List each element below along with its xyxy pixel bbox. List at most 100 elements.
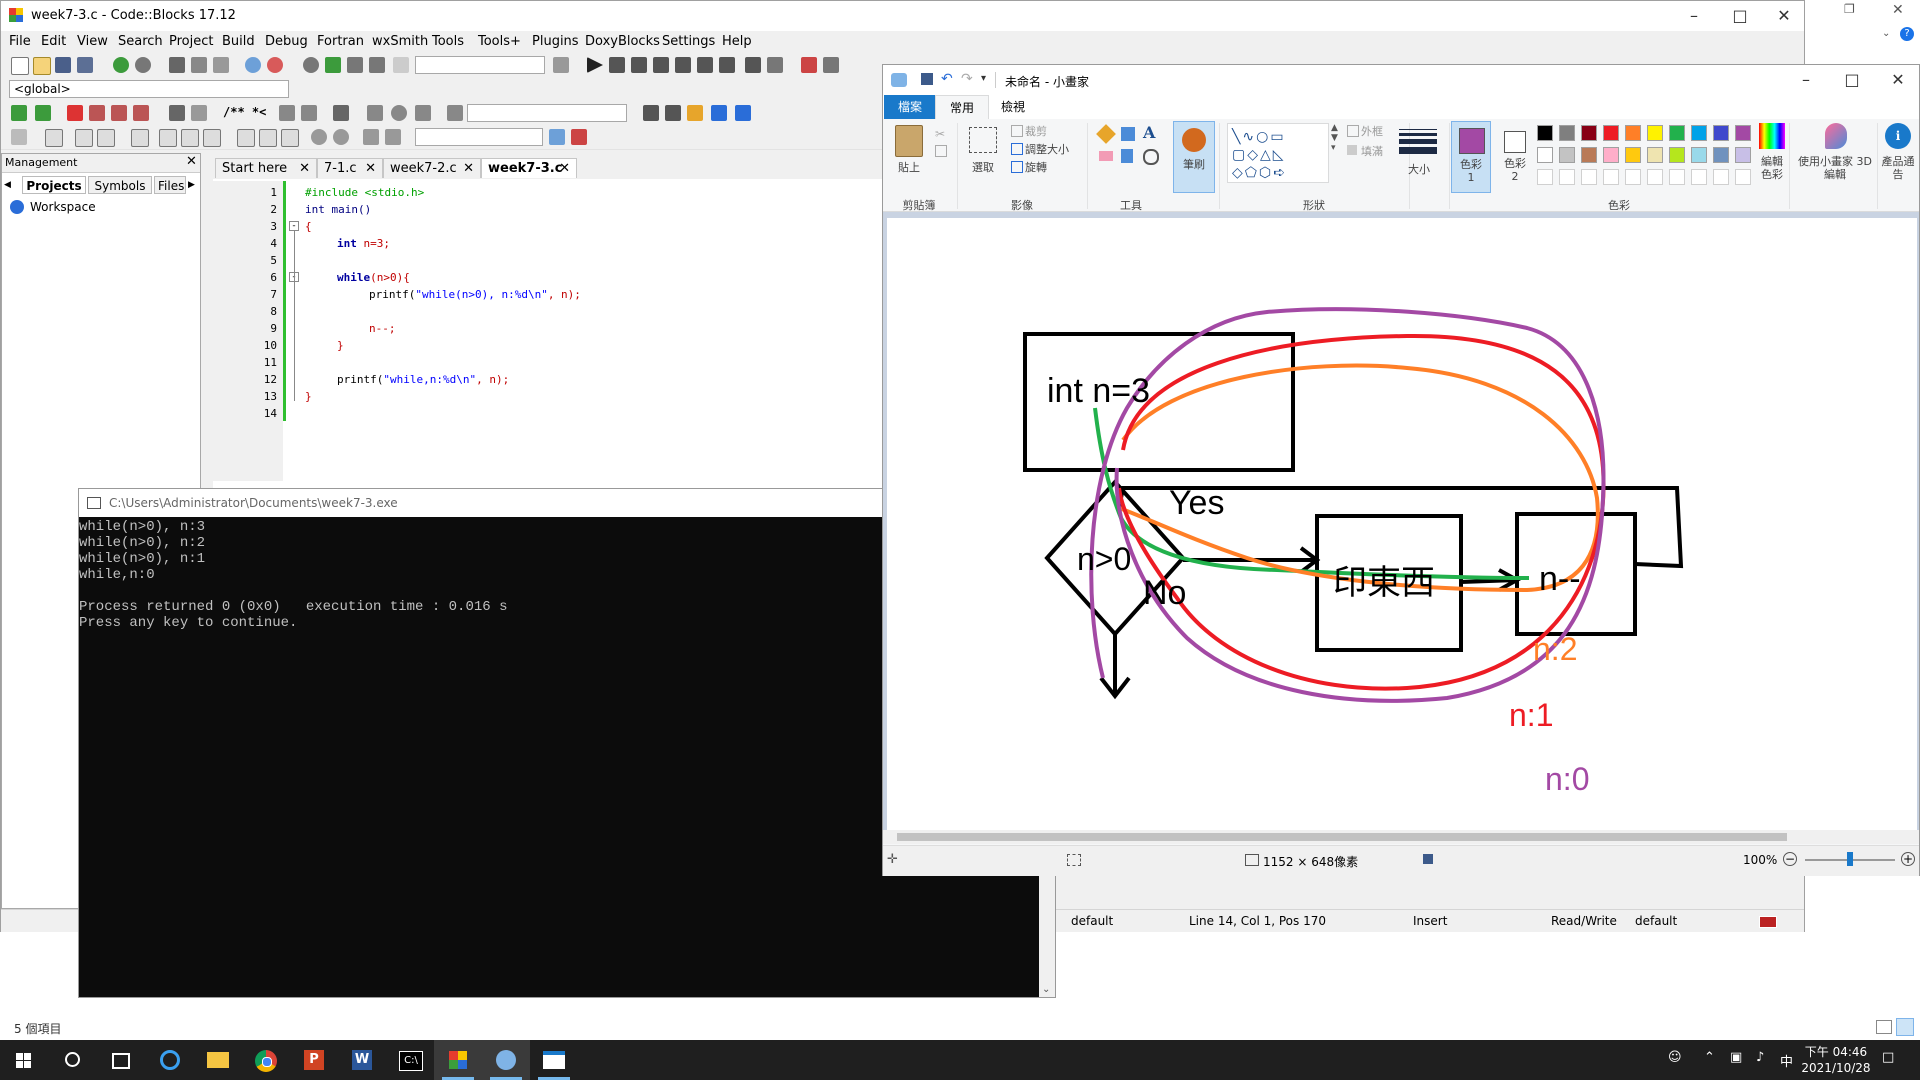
zoom-out-icon[interactable] bbox=[333, 129, 349, 145]
find-icon[interactable] bbox=[245, 57, 261, 73]
zoom-in-icon[interactable] bbox=[311, 129, 327, 145]
scrollbar-thumb[interactable] bbox=[897, 833, 1787, 841]
debug-info-icon[interactable] bbox=[823, 57, 839, 73]
next-instruction-icon[interactable] bbox=[697, 57, 713, 73]
clear-bookmarks-icon[interactable] bbox=[133, 105, 149, 121]
redo-icon[interactable] bbox=[135, 57, 151, 73]
crop-icon[interactable] bbox=[1011, 125, 1023, 137]
volume-icon[interactable]: ♪ bbox=[1756, 1050, 1764, 1065]
menu-file[interactable]: File bbox=[9, 34, 31, 49]
menu-wxsmith[interactable]: wxSmith bbox=[372, 34, 428, 49]
paint3d-icon[interactable] bbox=[1825, 123, 1847, 149]
edit-widget-icon[interactable] bbox=[259, 129, 277, 147]
open-file-icon[interactable] bbox=[33, 57, 51, 75]
select-label[interactable]: 選取 bbox=[971, 161, 995, 174]
menu-view[interactable]: View bbox=[77, 34, 108, 49]
replace-icon[interactable] bbox=[267, 57, 283, 73]
qat-redo-icon[interactable]: ↷ bbox=[961, 71, 973, 87]
tab-7-1[interactable]: 7-1.c ✕ bbox=[317, 158, 383, 178]
menu-doxyblocks[interactable]: DoxyBlocks bbox=[585, 34, 660, 49]
next-line-icon[interactable] bbox=[631, 57, 647, 73]
taskbar-explorer[interactable] bbox=[194, 1040, 242, 1080]
qat-undo-icon[interactable]: ↶ bbox=[941, 71, 953, 87]
tab-home[interactable]: 常用 bbox=[935, 95, 990, 120]
scroll-down-icon[interactable]: ⌄ bbox=[1042, 984, 1050, 995]
tab-close-icon[interactable]: ✕ bbox=[463, 159, 474, 179]
close-button[interactable]: ✕ bbox=[1875, 65, 1920, 95]
minimize-button[interactable]: – bbox=[1783, 65, 1829, 95]
paste-icon[interactable] bbox=[213, 57, 229, 73]
label-widget-icon[interactable] bbox=[237, 129, 255, 147]
custom-color-slot[interactable] bbox=[1537, 169, 1553, 185]
pause-icon[interactable] bbox=[745, 57, 761, 73]
copy-icon[interactable] bbox=[935, 145, 947, 157]
run-to-cursor-icon[interactable] bbox=[609, 57, 625, 73]
palette-swatch[interactable] bbox=[1669, 147, 1685, 163]
jump-back-icon[interactable] bbox=[11, 105, 27, 121]
doxy-html-icon[interactable] bbox=[279, 105, 295, 121]
tab-projects[interactable]: Projects bbox=[22, 176, 86, 194]
go-prev-icon[interactable] bbox=[367, 105, 383, 121]
save-all-icon[interactable] bbox=[77, 57, 93, 73]
magnifier-icon[interactable] bbox=[1143, 149, 1159, 165]
palette-swatch[interactable] bbox=[1735, 147, 1751, 163]
scope-select[interactable]: <global> bbox=[9, 80, 289, 98]
symbol-search-icon[interactable] bbox=[549, 129, 565, 145]
menu-settings[interactable]: Settings bbox=[662, 34, 715, 49]
custom-color-slot[interactable] bbox=[1647, 169, 1663, 185]
restore-icon[interactable]: ❐ bbox=[1844, 2, 1855, 16]
help-icon[interactable]: ? bbox=[1900, 27, 1914, 41]
tab-view[interactable]: 檢視 bbox=[987, 95, 1039, 119]
start-button[interactable] bbox=[0, 1040, 48, 1080]
palette-swatch[interactable] bbox=[1537, 125, 1553, 141]
horizontal-scrollbar[interactable] bbox=[883, 830, 1919, 844]
frame-icon[interactable] bbox=[45, 129, 63, 147]
rotate-label[interactable]: 旋轉 bbox=[1025, 159, 1047, 175]
palette-swatch[interactable] bbox=[1647, 125, 1663, 141]
jump-forward-icon[interactable] bbox=[35, 105, 51, 121]
toggle-bookmark-icon[interactable] bbox=[67, 105, 83, 121]
tab-start-here[interactable]: Start here ✕ bbox=[215, 158, 317, 178]
tab-close-icon[interactable]: ✕ bbox=[559, 159, 570, 179]
color1-button[interactable]: 色彩 1 bbox=[1451, 121, 1491, 193]
paste-icon[interactable] bbox=[895, 125, 923, 157]
custom-color-slot[interactable] bbox=[1625, 169, 1641, 185]
task-view-button[interactable] bbox=[96, 1040, 144, 1080]
symbol-select[interactable] bbox=[415, 128, 543, 146]
custom-color-slot[interactable] bbox=[1581, 169, 1597, 185]
maximize-button[interactable]: □ bbox=[1717, 1, 1763, 31]
taskbar-chrome[interactable] bbox=[242, 1040, 290, 1080]
outline-icon[interactable] bbox=[1347, 125, 1359, 137]
search-next-icon[interactable] bbox=[665, 105, 681, 121]
palette-swatch[interactable] bbox=[1581, 147, 1597, 163]
tab-scroll-left-icon[interactable]: ◀ bbox=[4, 176, 18, 194]
qat-save-icon[interactable] bbox=[921, 73, 933, 85]
pencil-icon[interactable] bbox=[1096, 124, 1116, 144]
product-alert-label[interactable]: 產品通告 bbox=[1881, 155, 1915, 181]
custom-color-slot[interactable] bbox=[1603, 169, 1619, 185]
doxy-chm-icon[interactable] bbox=[301, 105, 317, 121]
palette-swatch[interactable] bbox=[1581, 125, 1597, 141]
list-widget-icon[interactable] bbox=[203, 129, 221, 147]
menu-debug[interactable]: Debug bbox=[265, 34, 308, 49]
palette-swatch[interactable] bbox=[1559, 147, 1575, 163]
palette-swatch[interactable] bbox=[1735, 125, 1751, 141]
workspace-tree-item[interactable]: Workspace bbox=[30, 200, 96, 214]
go-current-icon[interactable] bbox=[391, 105, 407, 121]
network-icon[interactable]: ▣ bbox=[1730, 1050, 1742, 1065]
paste-label[interactable]: 貼上 bbox=[897, 161, 921, 174]
rotate-icon[interactable] bbox=[1011, 161, 1023, 173]
undo-icon[interactable] bbox=[113, 57, 129, 73]
fold-icon[interactable]: - bbox=[289, 221, 299, 231]
combo-widget-icon[interactable] bbox=[181, 129, 199, 147]
resize-icon[interactable] bbox=[1011, 143, 1023, 155]
shapes-gallery[interactable]: ╲∿○▭ ▢◇△◺ ◇⬠⬡➪ bbox=[1227, 123, 1329, 183]
edit-colors-label[interactable]: 編輯色彩 bbox=[1759, 155, 1785, 181]
taskbar-word[interactable]: W bbox=[338, 1040, 386, 1080]
close-button[interactable]: ✕ bbox=[1761, 1, 1807, 31]
palette-swatch[interactable] bbox=[1603, 125, 1619, 141]
highlight-icon[interactable] bbox=[687, 105, 703, 121]
build-target-select[interactable] bbox=[415, 56, 545, 74]
palette-swatch[interactable] bbox=[1625, 125, 1641, 141]
tab-file[interactable]: 檔案 bbox=[884, 95, 937, 119]
